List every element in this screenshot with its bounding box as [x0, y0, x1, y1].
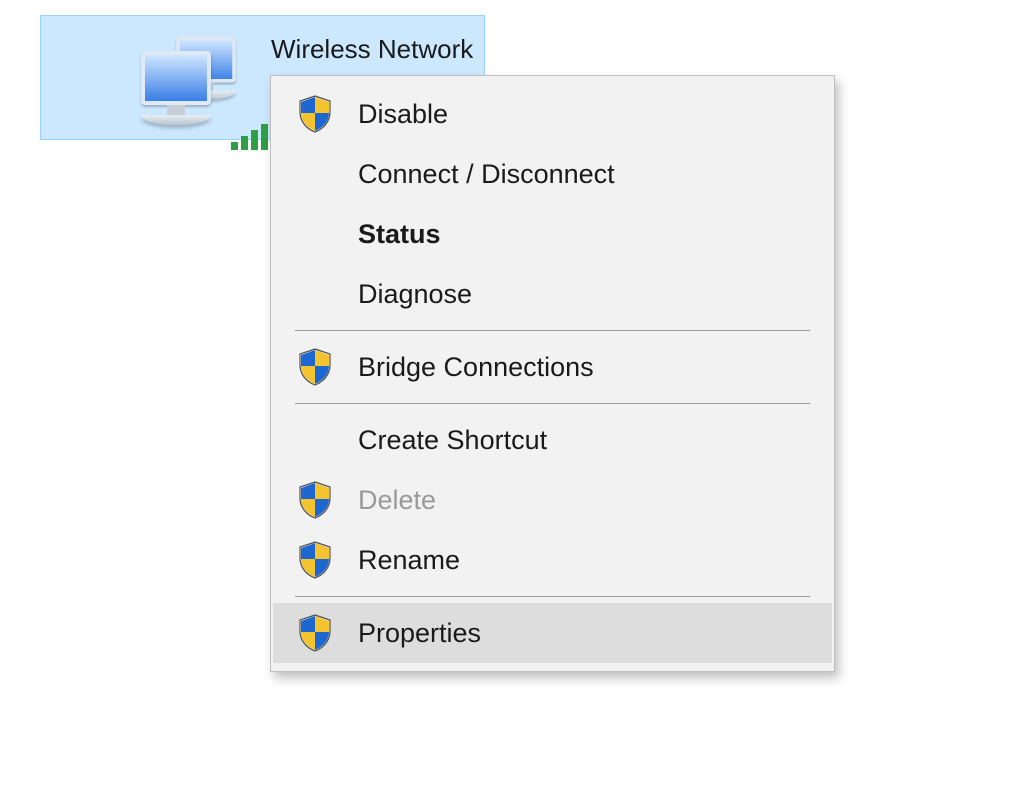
menu-item-icon-slot — [298, 541, 358, 579]
menu-item-bridge[interactable]: Bridge Connections — [273, 337, 832, 397]
menu-item-label: Bridge Connections — [358, 352, 594, 383]
uac-shield-icon — [298, 481, 332, 519]
uac-shield-icon — [298, 95, 332, 133]
menu-item-status[interactable]: Status — [273, 204, 832, 264]
menu-item-label: Rename — [358, 545, 460, 576]
menu-separator — [295, 330, 810, 331]
context-menu: Disable Connect / Disconnect Status Diagnos… — [270, 75, 835, 672]
menu-item-label: Disable — [358, 99, 448, 130]
computer-icon — [141, 51, 211, 125]
menu-item-label: Status — [358, 219, 441, 250]
menu-item-icon-slot — [298, 348, 358, 386]
menu-item-rename[interactable]: Rename — [273, 530, 832, 590]
menu-item-label: Delete — [358, 485, 436, 516]
menu-item-connect[interactable]: Connect / Disconnect — [273, 144, 832, 204]
menu-item-delete: Delete — [273, 470, 832, 530]
menu-separator — [295, 596, 810, 597]
menu-item-icon-slot — [298, 95, 358, 133]
menu-item-label: Properties — [358, 618, 481, 649]
menu-item-properties[interactable]: Properties — [273, 603, 832, 663]
uac-shield-icon — [298, 541, 332, 579]
menu-item-label: Create Shortcut — [358, 425, 547, 456]
menu-item-icon-slot — [298, 481, 358, 519]
uac-shield-icon — [298, 614, 332, 652]
menu-item-diagnose[interactable]: Diagnose — [273, 264, 832, 324]
menu-item-label: Connect / Disconnect — [358, 159, 615, 190]
menu-item-disable[interactable]: Disable — [273, 84, 832, 144]
uac-shield-icon — [298, 348, 332, 386]
menu-separator — [295, 403, 810, 404]
menu-item-icon-slot — [298, 614, 358, 652]
menu-item-shortcut[interactable]: Create Shortcut — [273, 410, 832, 470]
menu-item-label: Diagnose — [358, 279, 472, 310]
network-adapter-icon — [41, 26, 271, 136]
